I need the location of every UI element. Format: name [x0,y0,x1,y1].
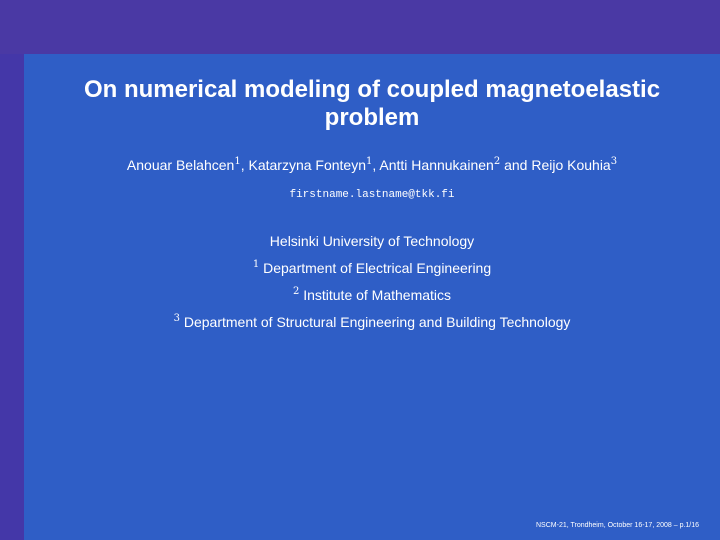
author-name: Reijo Kouhia [531,157,611,173]
author-separator: and [500,157,532,173]
affiliation-mark: 3 [173,313,180,324]
affiliation-text: Department of Electrical Engineering [263,260,492,276]
affiliation-mark: 2 [292,286,300,297]
slide-footer: NSCM-21, Trondheim, October 16-17, 2008 … [536,522,700,529]
author-list: Anouar Belahcen1, Katarzyna Fonteyn1, An… [24,156,720,174]
university-name: Helsinki University of Technology [269,233,475,249]
sidebar-band [0,54,24,540]
slide-title: On numerical modeling of coupled magneto… [24,76,720,132]
affiliation-text: Institute of Mathematics [303,287,452,303]
slide: On numerical modeling of coupled magneto… [0,0,720,540]
affiliation-mark: 3 [610,156,618,167]
affiliation-line: 1 Department of Electrical Engineering [24,259,720,277]
affiliation-mark: 1 [252,259,260,270]
title-line-1: On numerical modeling of coupled magneto… [83,76,661,103]
author-name: Antti Hannukainen [379,157,494,173]
author-name: Anouar Belahcen [126,157,235,173]
title-line-2: problem [324,104,420,131]
author-name: Katarzyna Fonteyn [248,157,366,173]
affiliation-text: Department of Structural Engineering and… [183,314,571,330]
header-band [0,0,720,54]
affiliation-line: 3 Department of Structural Engineering a… [24,313,720,331]
author-email: firstname.lastname@tkk.fi [289,189,455,201]
affiliation-line: 2 Institute of Mathematics [24,286,720,304]
